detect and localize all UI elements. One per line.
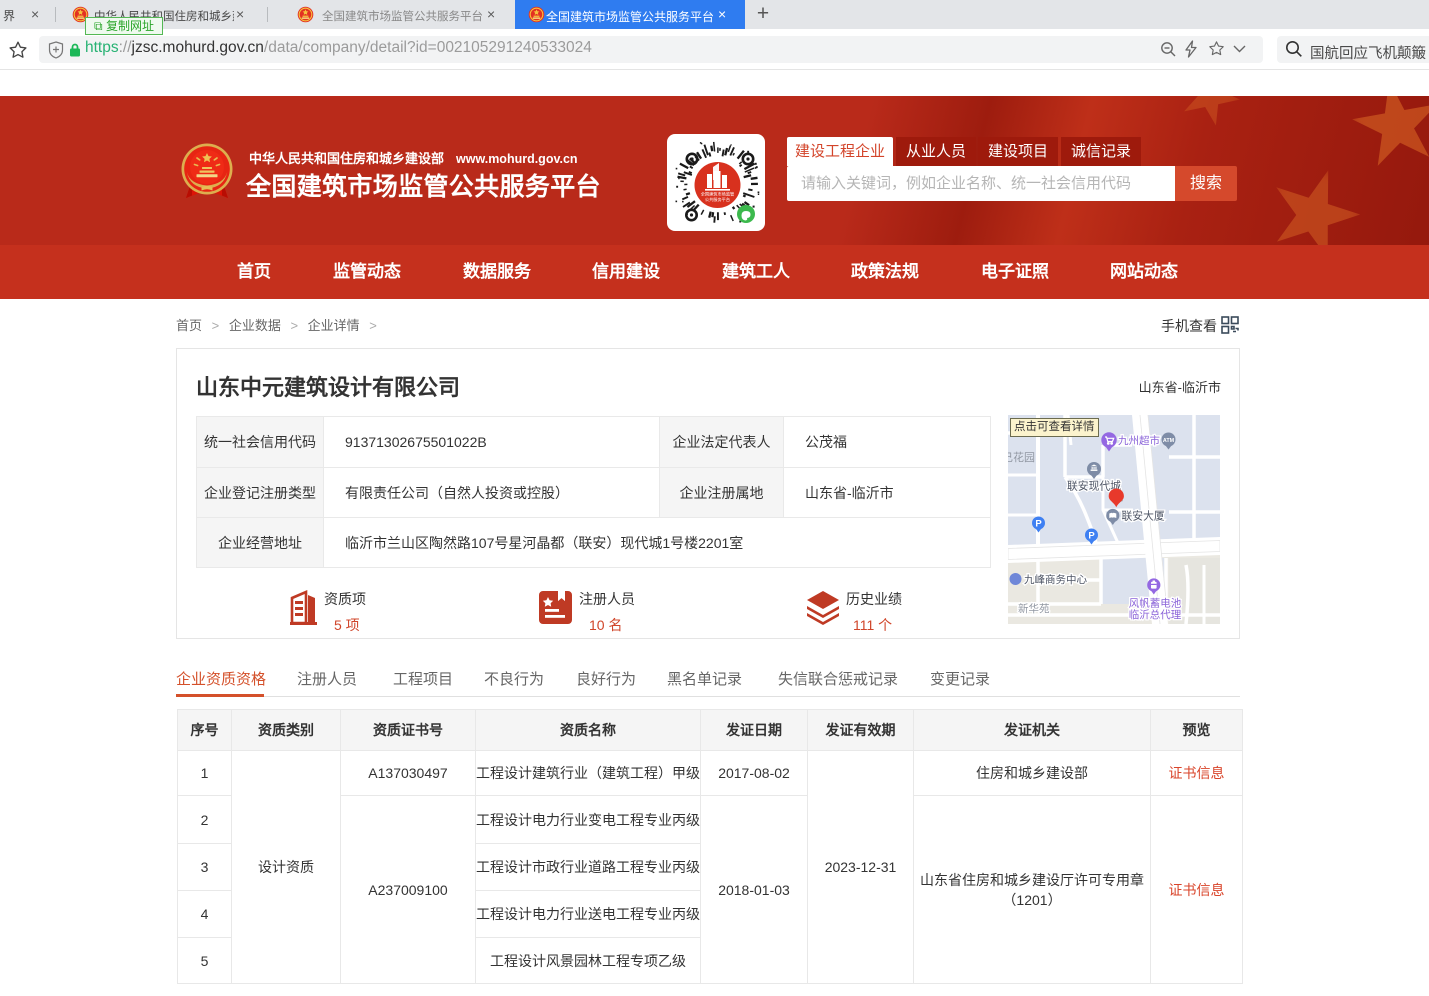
svg-text:九峰商务中心: 九峰商务中心 (1024, 573, 1087, 586)
svg-text:己花园: 己花园 (1008, 451, 1035, 464)
svg-text:新华苑: 新华苑 (1018, 602, 1050, 615)
svg-text:九州超市: 九州超市 (1118, 434, 1160, 447)
svg-text:联安大厦: 联安大厦 (1122, 509, 1165, 523)
svg-text:临沂总代理: 临沂总代理 (1129, 608, 1182, 621)
svg-text:P: P (1088, 531, 1095, 542)
svg-text:P: P (1035, 519, 1042, 530)
svg-text:ATM: ATM (1163, 438, 1175, 444)
svg-text:公共服务平台: 公共服务平台 (705, 196, 730, 203)
svg-text:风帆蓄电池: 风帆蓄电池 (1129, 597, 1182, 610)
